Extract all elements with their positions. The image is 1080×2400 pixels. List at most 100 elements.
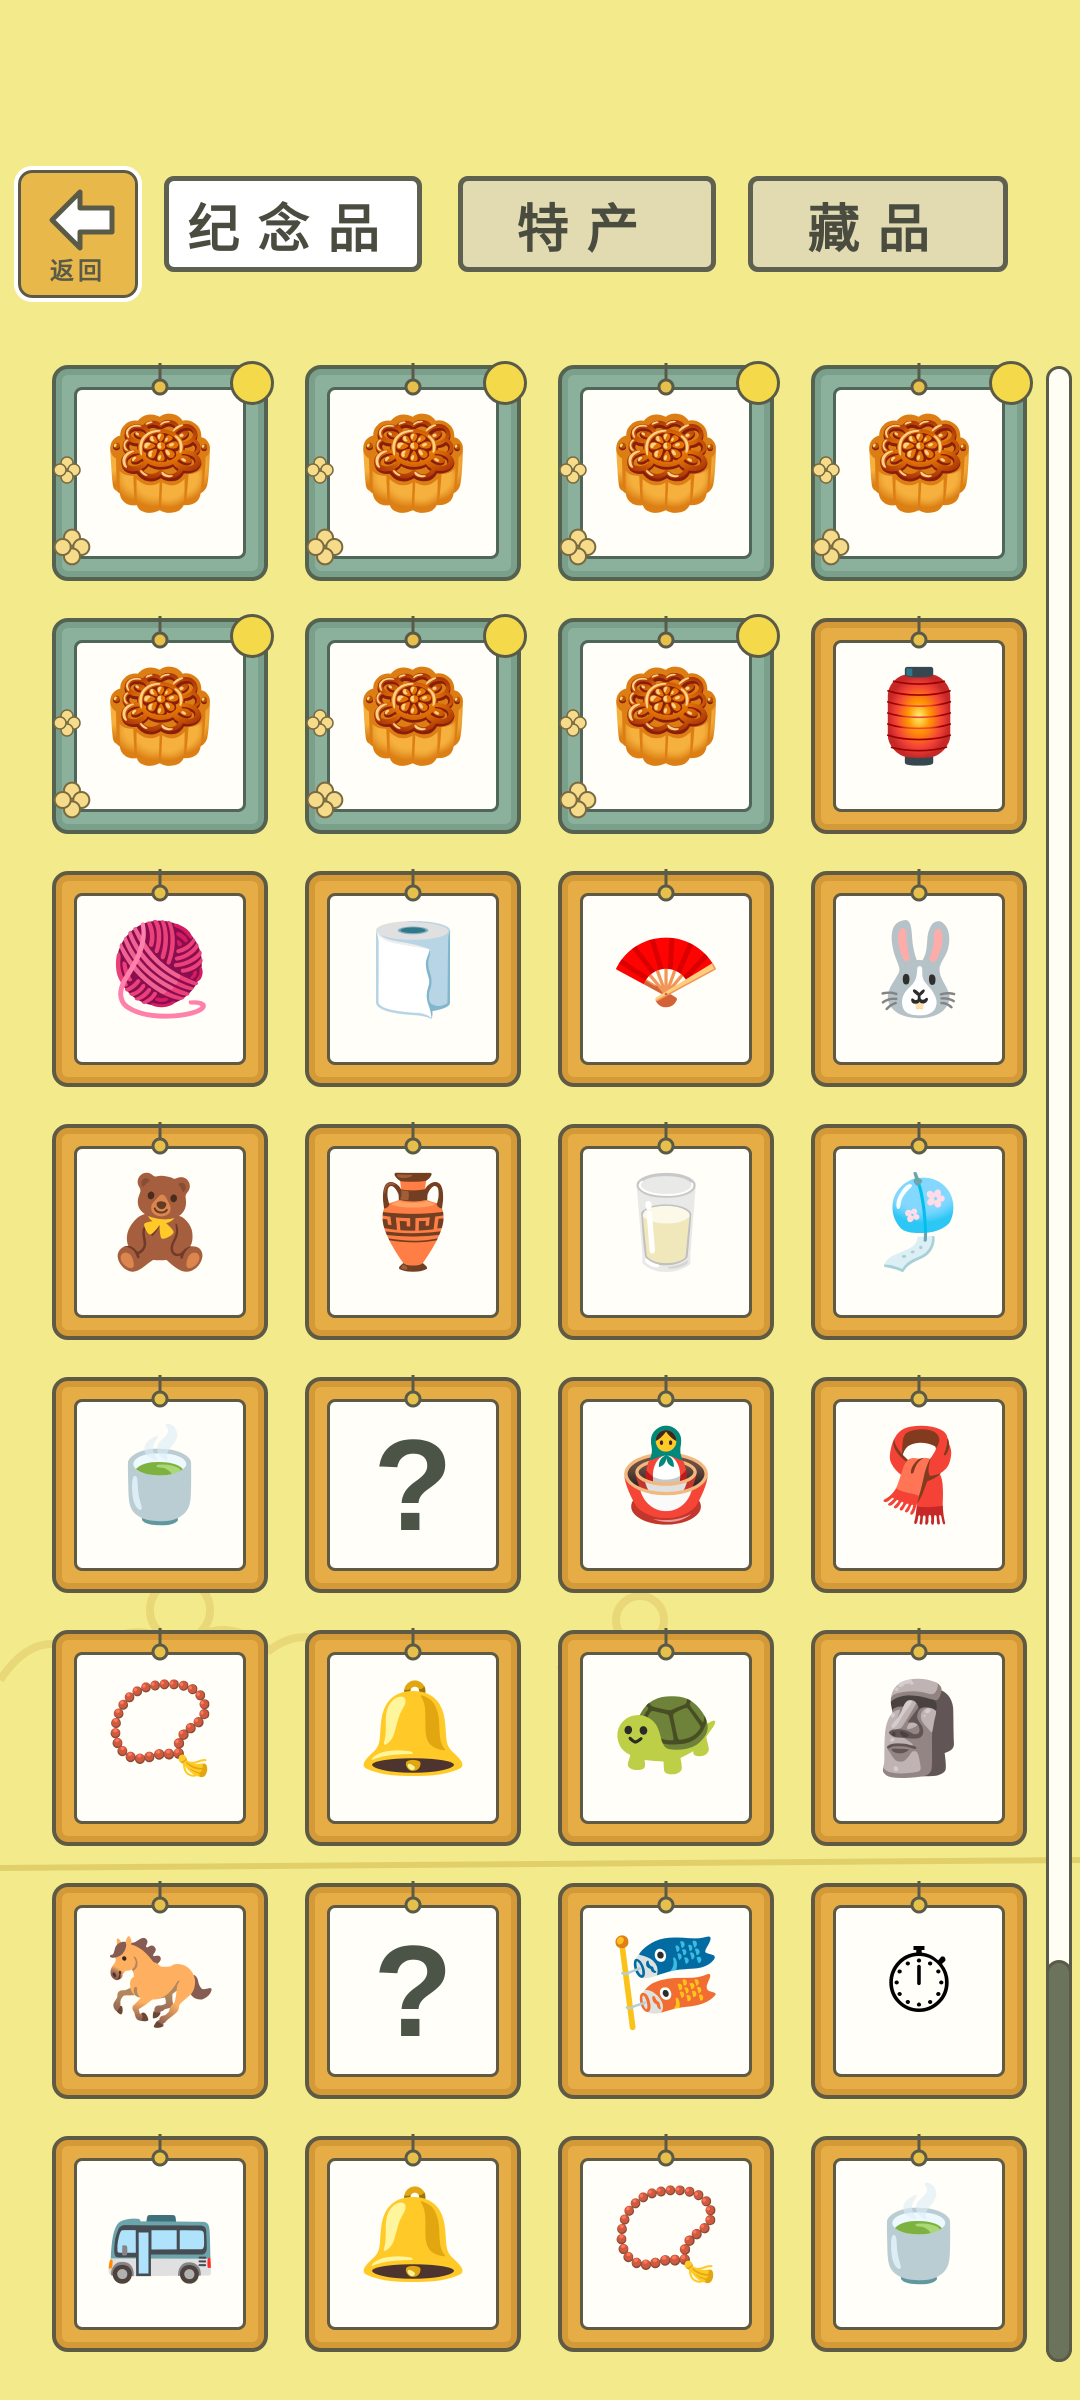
souvenir-card[interactable]: 🏮 — [811, 616, 1027, 834]
moon-icon — [736, 361, 780, 405]
mooncake-red-bean-icon: 🥮 — [356, 414, 470, 514]
souvenir-card[interactable]: 🧣 — [811, 1375, 1027, 1593]
osmanthus-flower-icon — [812, 528, 850, 566]
tab-collectibles[interactable]: 藏品 — [748, 176, 1008, 272]
souvenir-card[interactable]: 🪭 — [558, 869, 774, 1087]
souvenir-card[interactable]: ? — [305, 1881, 521, 2099]
hanging-hook-icon — [404, 616, 422, 649]
hanging-hook-icon — [404, 1628, 422, 1661]
souvenir-card[interactable]: 🍵 — [52, 1375, 268, 1593]
hanging-hook-icon — [657, 363, 675, 396]
souvenir-card[interactable]: 🐎 — [52, 1881, 268, 2099]
hanging-hook-icon — [404, 869, 422, 902]
souvenir-card[interactable]: 📿 — [558, 2134, 774, 2352]
souvenir-card[interactable]: 📿 — [52, 1628, 268, 1846]
hanging-hook-icon — [910, 363, 928, 396]
souvenir-card[interactable]: 🚌 — [52, 2134, 268, 2352]
osmanthus-flower-icon — [306, 781, 344, 819]
souvenir-card[interactable]: 🔔 — [305, 2134, 521, 2352]
souvenir-card[interactable]: 🧶 — [52, 869, 268, 1087]
hanging-hook-icon — [151, 1881, 169, 1914]
top-bar: 返回 纪念品 特产 藏品 — [0, 0, 1080, 320]
double-decker-bus-icon: 🚌 — [103, 2185, 217, 2285]
souvenir-card[interactable]: 🥮 — [52, 361, 274, 581]
embroidery-screen-icon: 🏮 — [862, 667, 976, 767]
souvenir-card[interactable]: 🏺 — [305, 1122, 521, 1340]
hanging-hook-icon — [404, 363, 422, 396]
souvenir-card[interactable]: 🎏 — [558, 1881, 774, 2099]
tab-souvenirs[interactable]: 纪念品 — [164, 176, 422, 272]
hanging-hook-icon — [404, 1122, 422, 1155]
moon-icon — [483, 614, 527, 658]
stone-turtle-icon: 🐢 — [609, 1679, 723, 1779]
souvenir-card[interactable]: ⏱ — [811, 1881, 1027, 2099]
souvenir-card[interactable]: 🎐 — [811, 1122, 1027, 1340]
hanging-hook-icon — [910, 1628, 928, 1661]
silk-cloth-icon: 🧻 — [356, 920, 470, 1020]
hanging-hook-icon — [657, 616, 675, 649]
moon-icon — [230, 361, 274, 405]
hanging-hook-icon — [910, 1881, 928, 1914]
souvenir-card[interactable]: 🧻 — [305, 869, 521, 1087]
hanging-hook-icon — [151, 1375, 169, 1408]
rabbit-opera-doll-icon: 🐰 — [862, 920, 976, 1020]
souvenir-card[interactable]: 🥮 — [558, 361, 780, 581]
silver-necklace-icon: 📿 — [609, 2185, 723, 2285]
souvenir-card[interactable]: 🥛 — [558, 1122, 774, 1340]
moon-icon — [989, 361, 1033, 405]
osmanthus-flower-icon — [53, 781, 91, 819]
souvenir-card[interactable]: 🥮 — [811, 361, 1033, 581]
pocket-watch-icon: ⏱ — [883, 1932, 955, 2032]
scrollbar-thumb[interactable] — [1046, 1960, 1072, 2362]
cow-bell-icon: 🔔 — [356, 2185, 470, 2285]
tab-specialties[interactable]: 特产 — [458, 176, 716, 272]
souvenir-card[interactable]: 🍵 — [811, 2134, 1027, 2352]
hanging-hook-icon — [910, 869, 928, 902]
hanging-hook-icon — [404, 1375, 422, 1408]
knot-tassel-icon: 🎏 — [609, 1932, 723, 2032]
hanging-hook-icon — [910, 1375, 928, 1408]
prayer-beads-icon: 📿 — [103, 1679, 217, 1779]
back-label: 返回 — [50, 258, 106, 285]
osmanthus-flower-icon — [306, 528, 344, 566]
bian-zhong-bells-icon: 🔔 — [356, 1679, 470, 1779]
hanging-hook-icon — [404, 2134, 422, 2167]
tea-bowl-icon: 🍵 — [862, 2185, 976, 2285]
mooncake-date-icon: 🥮 — [356, 667, 470, 767]
souvenir-card[interactable]: 🥮 — [52, 614, 274, 834]
mooncake-lotus-icon: 🥮 — [609, 414, 723, 514]
hanging-hook-icon — [657, 2134, 675, 2167]
hanging-hook-icon — [151, 2134, 169, 2167]
mooncake-green-tea-icon: 🥮 — [103, 667, 217, 767]
souvenir-card[interactable]: 🥮 — [558, 614, 780, 834]
osmanthus-flower-icon — [53, 528, 91, 566]
souvenir-card[interactable]: 🪆 — [558, 1375, 774, 1593]
moon-icon — [736, 614, 780, 658]
souvenir-card[interactable]: 🥮 — [305, 614, 527, 834]
souvenir-card[interactable]: 🥮 — [305, 361, 527, 581]
unknown-item-icon: ? — [373, 1918, 453, 2064]
hanging-hook-icon — [657, 1628, 675, 1661]
mooncake-egg-yolk-icon: 🥮 — [862, 414, 976, 514]
souvenir-card[interactable]: 🧸 — [52, 1122, 268, 1340]
unknown-item-icon: ? — [373, 1412, 453, 1558]
round-fan-icon: 🪭 — [609, 920, 723, 1020]
hanging-hook-icon — [151, 363, 169, 396]
souvenir-card[interactable]: 🐰 — [811, 869, 1027, 1087]
embroidered-ball-icon: 🧶 — [103, 920, 217, 1020]
souvenir-card[interactable]: 🔔 — [305, 1628, 521, 1846]
terracotta-warrior-icon: 🗿 — [862, 1679, 976, 1779]
hanging-hook-icon — [910, 1122, 928, 1155]
back-button[interactable]: 返回 — [14, 166, 142, 302]
souvenir-card[interactable]: 🐢 — [558, 1628, 774, 1846]
hanging-hook-icon — [910, 616, 928, 649]
hanging-hook-icon — [151, 869, 169, 902]
hanging-hook-icon — [404, 1881, 422, 1914]
bamboo-cup-icon: 🥛 — [609, 1173, 723, 1273]
hanging-hook-icon — [151, 1122, 169, 1155]
osmanthus-flower-icon — [559, 528, 597, 566]
hanging-hook-icon — [910, 2134, 928, 2167]
souvenir-card[interactable]: ? — [305, 1375, 521, 1593]
hanging-hook-icon — [657, 1881, 675, 1914]
souvenir-card[interactable]: 🗿 — [811, 1628, 1027, 1846]
